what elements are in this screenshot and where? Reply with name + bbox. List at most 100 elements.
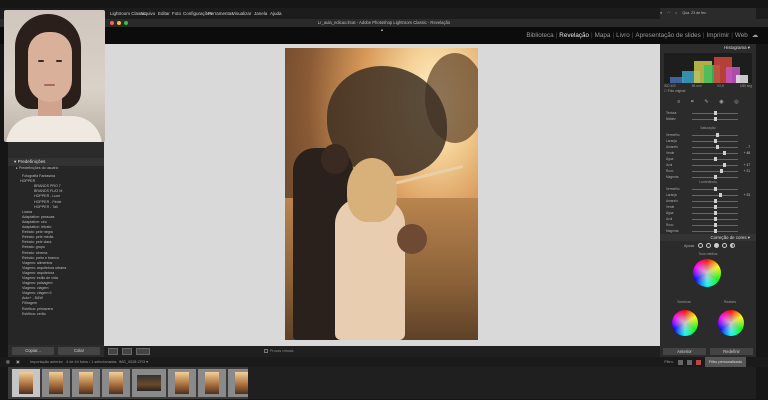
original-photo-text: Foto original [667,89,686,93]
shadows-mode-icon[interactable] [705,243,711,248]
crop-icon[interactable]: ⌗ [691,99,694,107]
filmstrip-thumbnail[interactable] [102,369,130,397]
slider-knob[interactable] [713,229,717,233]
filmstrip-thumbnail[interactable] [72,369,100,397]
midtones-color-wheel[interactable] [693,259,721,287]
heal-icon[interactable]: ✎ [704,99,708,107]
paste-button[interactable]: Colar [58,347,100,355]
slider-knob[interactable] [713,187,717,191]
menu-window[interactable]: Janela [254,8,267,19]
slider-knob[interactable] [713,139,717,143]
zoom-window-icon[interactable] [124,21,128,25]
exif-focal: 85 mm [691,84,702,88]
presenter-webcam [4,10,105,142]
before-after-mode-icon[interactable] [136,348,150,355]
slider-knob[interactable] [713,157,717,161]
module-print[interactable]: Imprimir [706,32,729,39]
color-label-filter-icon[interactable] [695,359,701,365]
slider-row: Nitidez [664,116,752,122]
filmstrip-thumbnail[interactable] [168,369,196,397]
edit-icon[interactable]: ≡ [677,99,680,107]
minimize-window-icon[interactable] [117,21,121,25]
slider-knob[interactable] [715,145,719,149]
second-window-icon[interactable]: ▣ [16,357,20,367]
preset-label: Predefinições do usuário [18,166,59,170]
menu-view[interactable]: Visualizar [232,8,251,19]
slider-label: Nitidez [666,117,676,121]
filmstrip-thumbnail[interactable] [42,369,70,397]
shadows-color-wheel[interactable] [672,310,698,336]
global-mode-icon[interactable] [729,243,735,248]
filmstrip-source[interactable]: Importação anterior 4 de 44 fotos / 1 se… [30,357,148,367]
presets-header[interactable]: ▾ Predefinições [8,158,104,166]
highlights-mode-icon[interactable] [721,243,727,248]
slider-knob[interactable] [722,151,726,155]
webcam-eye [38,60,44,62]
menu-file[interactable]: Arquivo [140,8,155,19]
loupe-view-icon[interactable] [108,348,118,355]
close-window-icon[interactable] [110,21,114,25]
slider-knob[interactable] [713,175,717,179]
histogram-header[interactable]: Histograma ▾ [660,44,756,51]
midtones-mode-icon[interactable] [713,243,719,248]
window-controls [110,21,128,25]
slider-knob[interactable] [713,199,717,203]
reset-button[interactable]: Redefinir [710,348,753,355]
menu-photo[interactable]: Foto [172,8,181,19]
slider-track[interactable] [692,152,738,154]
menu-help[interactable]: Ajuda [270,8,282,19]
histogram-band-white [736,75,748,83]
module-library[interactable]: Biblioteca [526,32,553,39]
original-photo-label[interactable]: ☐ Foto original [664,89,685,93]
shadows-label: Sombras [677,300,691,304]
highlights-color-wheel[interactable] [718,310,744,336]
slider-knob[interactable] [713,117,717,121]
filter-controls: Filtro: Filtro personalizado [664,357,746,367]
photo-bride-hair [347,158,397,222]
module-separator: | [702,32,705,39]
slider-track[interactable] [692,164,738,166]
module-develop[interactable]: Revelação [559,32,589,39]
slider-knob[interactable] [713,205,717,209]
adjust-label: Ajustar [684,243,695,248]
color-grading-header[interactable]: Correção de cores ▾ [660,234,756,241]
copy-button[interactable]: Copiar... [12,347,54,355]
before-after-icon[interactable] [122,348,132,355]
photo-preview[interactable] [285,48,478,340]
window-titlebar: Lr_aula_edicao.lrcat - Adobe Photoshop L… [0,19,768,27]
slider-knob[interactable] [713,217,717,221]
slider-knob[interactable] [720,169,724,173]
three-way-icon[interactable] [697,243,703,248]
module-book[interactable]: Livro [616,32,630,39]
flag-filter-icon[interactable] [677,359,683,365]
menu-tools[interactable]: Ferramentas [208,8,234,19]
previous-button[interactable]: Anterior [663,348,706,355]
slider-track[interactable] [692,170,738,172]
module-web[interactable]: Web [735,32,748,39]
filmstrip-thumbnail[interactable] [132,369,166,397]
filmstrip-thumbnail[interactable] [198,369,226,397]
red-eye-icon[interactable]: ◉ [719,99,723,107]
slider-knob[interactable] [713,211,717,215]
soft-proof-checkbox[interactable] [264,349,268,353]
filter-preset-select[interactable]: Filtro personalizado [704,357,746,367]
cloud-icon[interactable]: ☁ [752,32,758,39]
slider-knob[interactable] [722,163,726,167]
filmstrip-thumbnail[interactable] [12,369,40,397]
slider-track[interactable] [692,194,738,196]
slider-knob[interactable] [713,223,717,227]
slider-knob[interactable] [715,133,719,137]
masking-icon[interactable]: ◎ [734,99,738,107]
star-filter-icon[interactable] [686,359,692,365]
preset-item[interactable]: Estética: verão [8,312,104,317]
module-separator: | [555,32,558,39]
module-slideshow[interactable]: Apresentação de slides [635,32,700,39]
menu-edit[interactable]: Editar [158,8,170,19]
collapse-top-panel-icon[interactable]: ▲ [380,27,384,32]
slider-knob[interactable] [719,193,723,197]
grid-view-icon[interactable]: ▦ [6,357,10,367]
module-map[interactable]: Mapa [595,32,611,39]
slider-knob[interactable] [714,111,718,115]
exif-aperture: f/2,8 [717,84,724,88]
webcam-face [28,32,72,102]
